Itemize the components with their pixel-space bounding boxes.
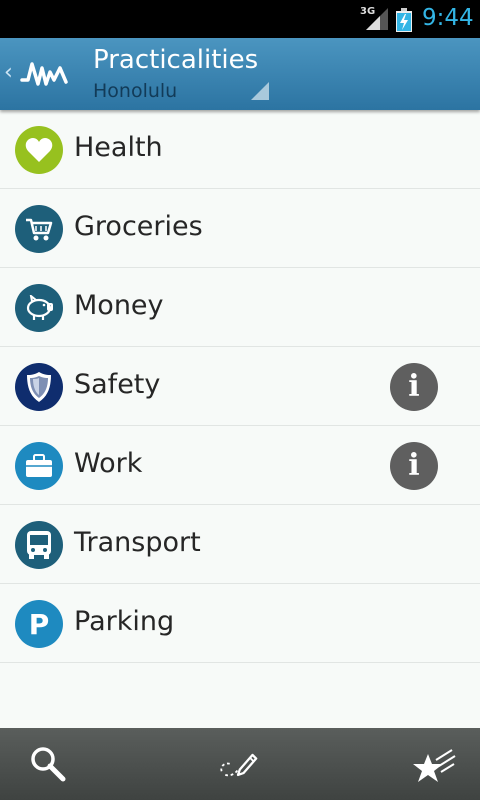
list-item-work[interactable]: Work i	[0, 426, 480, 505]
dropdown-corner-icon[interactable]	[251, 82, 269, 100]
list-item-transport[interactable]: Transport	[0, 505, 480, 584]
parking-icon: P	[15, 600, 63, 648]
list-item-label: Work	[74, 448, 143, 479]
favorites-icon[interactable]	[412, 744, 456, 784]
practicalities-list: Health Groceries Money Safety i Work i T…	[0, 110, 480, 663]
action-bar: ‹ Practicalities Honolulu	[0, 38, 480, 110]
search-icon[interactable]	[28, 744, 68, 784]
list-item-label: Health	[74, 132, 163, 163]
signal-icon	[366, 8, 388, 30]
list-item-label: Parking	[74, 606, 175, 637]
clock: 9:44	[422, 5, 474, 31]
list-item-parking[interactable]: P Parking	[0, 584, 480, 663]
list-item-label: Groceries	[74, 211, 203, 242]
shield-icon	[15, 363, 63, 411]
shopping-cart-icon	[15, 205, 63, 253]
list-item-money[interactable]: Money	[0, 268, 480, 347]
list-item-label: Money	[74, 290, 164, 321]
app-logo-icon[interactable]	[20, 58, 70, 90]
piggy-bank-icon	[15, 284, 63, 332]
page-title: Practicalities	[93, 45, 259, 75]
info-button[interactable]: i	[390, 442, 438, 490]
back-chevron-icon[interactable]: ‹	[4, 60, 13, 85]
parking-glyph: P	[28, 607, 50, 641]
list-item-label: Transport	[74, 527, 201, 558]
list-item-groceries[interactable]: Groceries	[0, 189, 480, 268]
briefcase-icon	[15, 442, 63, 490]
status-bar: 3G 9:44	[0, 0, 480, 38]
list-item-health[interactable]: Health	[0, 110, 480, 189]
heart-icon	[15, 126, 63, 174]
bottom-toolbar	[0, 728, 480, 800]
city-selector[interactable]: Honolulu	[93, 80, 177, 102]
edit-icon[interactable]	[218, 744, 258, 784]
battery-charging-icon	[396, 8, 412, 32]
list-item-label: Safety	[74, 369, 161, 400]
list-item-safety[interactable]: Safety i	[0, 347, 480, 426]
info-button[interactable]: i	[390, 363, 438, 411]
bus-icon	[15, 521, 63, 569]
